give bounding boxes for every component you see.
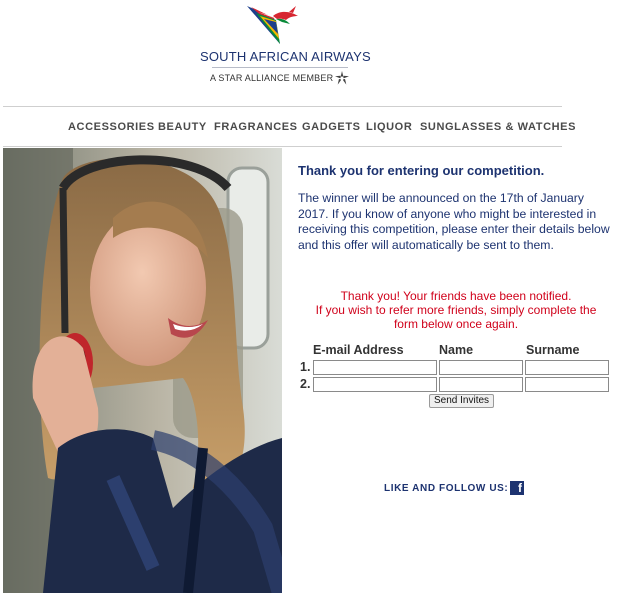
header-divider <box>3 106 562 107</box>
name-field-2[interactable] <box>439 377 523 392</box>
surname-field-1[interactable] <box>525 360 609 375</box>
notice-line-3: form below once again. <box>393 317 519 331</box>
competition-message: The winner will be announced on the 17th… <box>298 191 610 252</box>
row-number-2: 2. <box>300 377 311 391</box>
header: SOUTH AFRICAN AIRWAYS A STAR ALLIANCE ME… <box>0 0 562 106</box>
brand-divider <box>212 67 348 68</box>
hero-photo <box>3 148 282 593</box>
notice-line-1: Thank you! Your friends have been notifi… <box>340 289 572 303</box>
nav-accessories[interactable]: ACCESSORIES <box>68 121 155 133</box>
nav-sunglasses-watches[interactable]: SUNGLASSES & WATCHES <box>420 121 576 133</box>
thank-you-heading: Thank you for entering our competition. <box>298 163 545 178</box>
name-column-header: Name <box>439 343 474 357</box>
nav-liquor[interactable]: LIQUOR <box>366 121 412 133</box>
email-column-header: E-mail Address <box>313 343 404 357</box>
notice-line-2: If you wish to refer more friends, simpl… <box>315 303 597 317</box>
nav-gadgets[interactable]: GADGETS <box>302 121 361 133</box>
facebook-glyph: f <box>518 481 522 495</box>
send-invites-button[interactable]: Send Invites <box>429 394 495 408</box>
saa-logo-icon <box>247 6 298 44</box>
facebook-icon[interactable]: f <box>510 481 524 495</box>
nav-beauty[interactable]: BEAUTY <box>158 121 207 133</box>
surname-field-2[interactable] <box>525 377 609 392</box>
email-field-1[interactable] <box>313 360 437 375</box>
star-alliance-icon <box>335 71 349 85</box>
alliance-text: A STAR ALLIANCE MEMBER <box>210 73 334 83</box>
category-nav: ACCESSORIES BEAUTY FRAGRANCES GADGETS LI… <box>0 121 575 135</box>
row-number-1: 1. <box>300 360 311 374</box>
follow-us-label: LIKE AND FOLLOW US: <box>384 483 509 494</box>
name-field-1[interactable] <box>439 360 523 375</box>
email-field-2[interactable] <box>313 377 437 392</box>
woman-with-headphones-image <box>3 148 282 593</box>
nav-divider <box>3 146 562 147</box>
surname-column-header: Surname <box>526 343 580 357</box>
brand-name: SOUTH AFRICAN AIRWAYS <box>200 49 371 64</box>
notification-message: Thank you! Your friends have been notifi… <box>298 289 614 331</box>
nav-fragrances[interactable]: FRAGRANCES <box>214 121 298 133</box>
